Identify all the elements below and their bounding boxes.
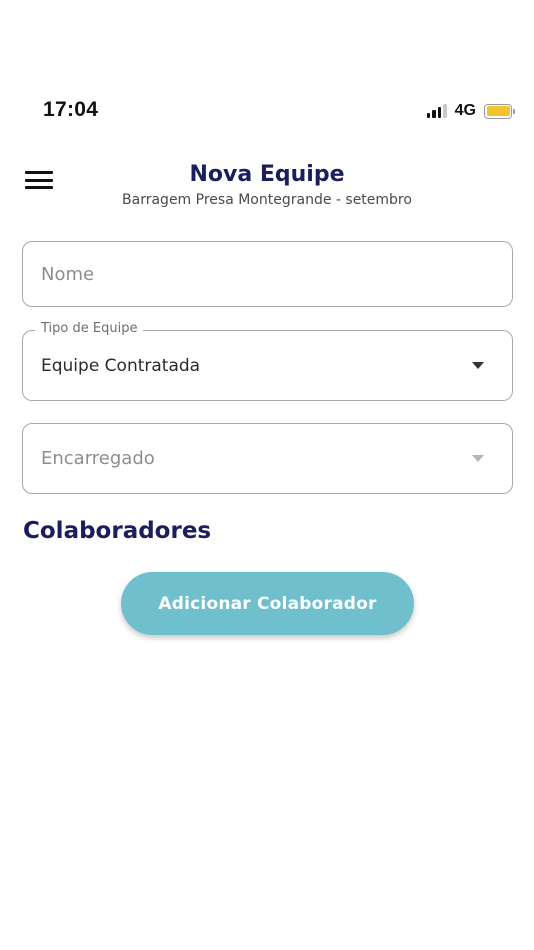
name-field bbox=[22, 241, 513, 307]
status-time: 17:04 bbox=[43, 98, 99, 121]
network-type: 4G bbox=[454, 102, 476, 119]
status-indicators: 4G bbox=[426, 102, 515, 120]
team-type-label: Tipo de Equipe bbox=[35, 321, 144, 336]
dropdown-arrow-icon bbox=[472, 455, 484, 462]
signal-strength-icon bbox=[426, 104, 447, 118]
page-title: Nova Equipe bbox=[189, 162, 345, 187]
team-type-value: Equipe Contratada bbox=[41, 356, 201, 376]
dropdown-arrow-icon bbox=[472, 362, 484, 369]
collaborators-section-title: Colaboradores bbox=[23, 518, 212, 544]
add-collaborator-button[interactable]: Adicionar Colaborador bbox=[121, 572, 414, 635]
name-input[interactable] bbox=[41, 242, 481, 306]
manager-placeholder: Encarregado bbox=[41, 448, 155, 469]
status-bar: 17:04 4G bbox=[0, 96, 534, 128]
team-type-select[interactable]: Tipo de Equipe Equipe Contratada bbox=[22, 321, 513, 401]
page-subtitle: Barragem Presa Montegrande - setembro bbox=[122, 192, 412, 208]
manager-select[interactable]: Encarregado bbox=[22, 423, 513, 494]
battery-icon bbox=[484, 103, 515, 119]
